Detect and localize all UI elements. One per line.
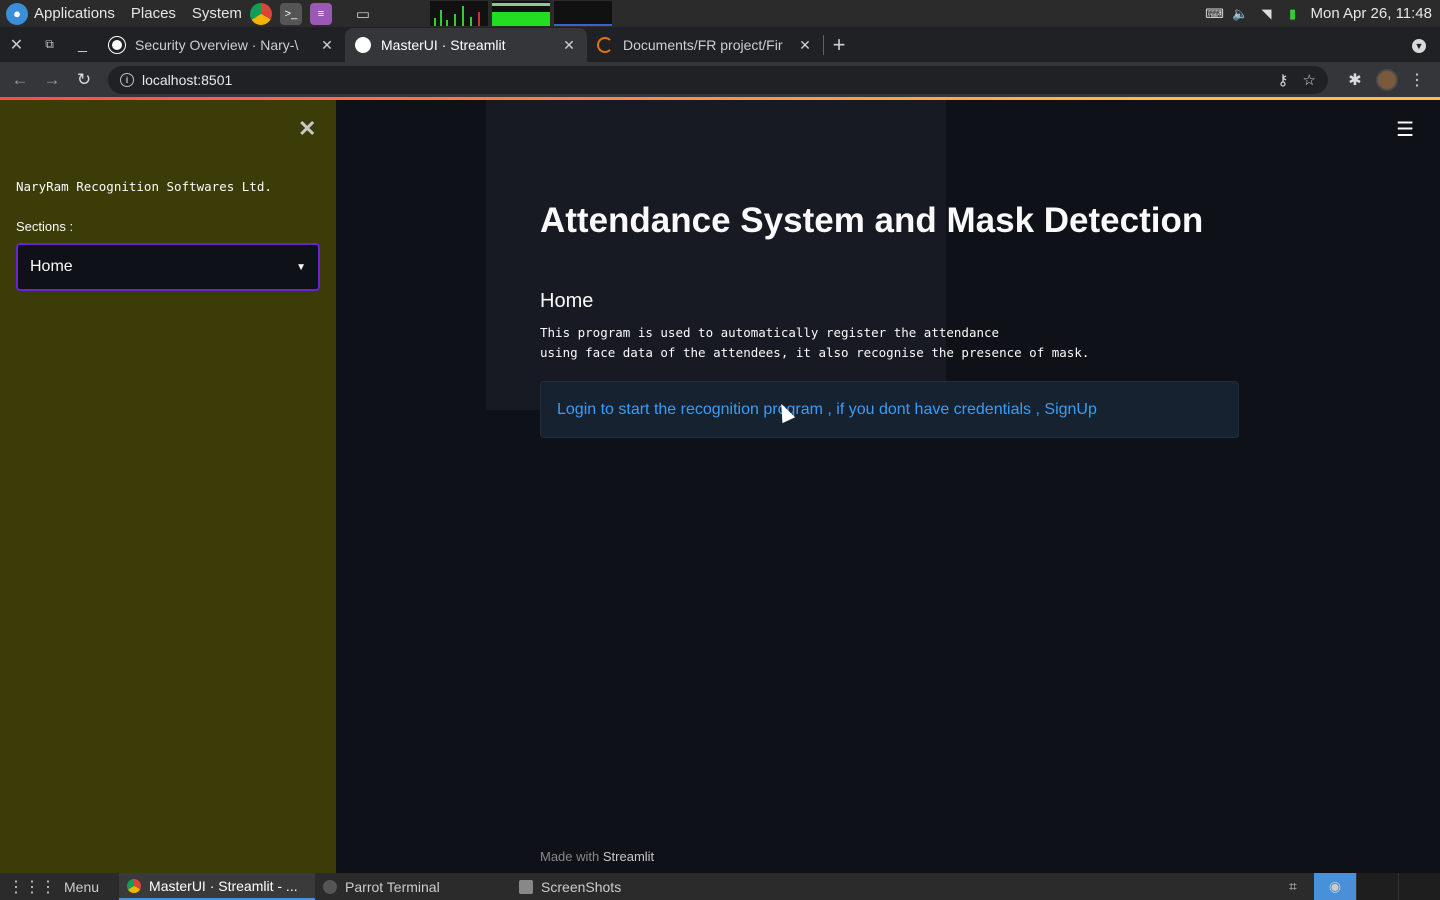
show-desktop-icon[interactable]: ▭ [352, 3, 374, 25]
hamburger-menu-icon[interactable]: ☰ [1396, 117, 1414, 142]
window-restore-icon[interactable]: ⧉ [33, 27, 66, 62]
taskbar-item-screenshots[interactable]: ScreenShots [511, 873, 629, 900]
text-editor-launcher-icon[interactable]: ≡ [309, 2, 332, 25]
keyboard-icon[interactable]: ⌨ [1205, 6, 1224, 22]
tab-security-overview[interactable]: Security Overview · Nary-\ ✕ [99, 28, 345, 62]
os-taskbar: ⋮⋮⋮ Menu MasterUI · Streamlit - ... Parr… [0, 873, 1440, 900]
company-name: NaryRam Recognition Softwares Ltd. [16, 179, 272, 194]
url-text[interactable]: localhost:8501 [142, 72, 1264, 88]
github-icon [109, 37, 125, 53]
chevron-down-icon: ▼ [296, 261, 306, 273]
tab-search-icon[interactable]: ▼ [1412, 39, 1426, 53]
tab-masterui-streamlit[interactable]: MasterUI · Streamlit ✕ [345, 28, 587, 62]
workspace-3[interactable] [1398, 873, 1440, 900]
system-menu[interactable]: System [192, 0, 242, 27]
tab-title: MasterUI · Streamlit [381, 37, 506, 53]
login-info-alert: Login to start the recognition program ,… [540, 381, 1239, 438]
places-menu[interactable]: Places [131, 0, 176, 27]
section-heading: Home [540, 290, 594, 312]
apps-grid-icon: ⋮⋮⋮ [8, 878, 56, 896]
applications-menu[interactable]: Applications [34, 0, 115, 27]
profile-avatar[interactable] [1376, 68, 1398, 91]
program-description: This program is used to automatically re… [540, 325, 1090, 360]
background-overlay [486, 100, 946, 410]
info-message: Login to start the recognition program ,… [557, 400, 1097, 418]
screenshot-tool-icon[interactable]: ⌗ [1272, 873, 1314, 900]
os-top-panel: ● Applications Places System >_ ≡ ▭ ⌨ 🔈 … [0, 0, 1440, 27]
streamlit-main: ☰ Attendance System and Mask Detection H… [336, 100, 1440, 873]
sidebar-close-icon[interactable]: ✕ [298, 116, 316, 142]
footer-prefix: Made with [540, 849, 600, 864]
volume-icon[interactable]: 🔈 [1232, 6, 1248, 22]
new-tab-button[interactable]: + [824, 28, 854, 62]
chrome-icon [127, 878, 142, 893]
streamlit-link[interactable]: Streamlit [603, 849, 654, 864]
streamlit-icon [355, 37, 371, 53]
taskbar-menu-label: Menu [64, 878, 100, 895]
sections-label: Sections : [16, 219, 74, 234]
key-icon[interactable]: ⚷ [1278, 71, 1289, 89]
workspace-2[interactable] [1356, 873, 1398, 900]
folder-icon [519, 879, 534, 894]
forward-icon[interactable]: → [36, 64, 68, 96]
sections-select[interactable]: Home ▼ [16, 243, 320, 291]
browser-tabstrip: ✕ ⧉ _ Security Overview · Nary-\ ✕ Maste… [0, 27, 1440, 62]
memory-graph [491, 1, 550, 26]
wifi-icon[interactable]: ◥ [1259, 6, 1275, 22]
taskbar-item-chrome[interactable]: MasterUI · Streamlit - ... [119, 873, 316, 900]
chrome-launcher-icon[interactable] [249, 2, 272, 25]
tab-close-icon[interactable]: ✕ [319, 37, 335, 54]
taskbar-item-label: Parrot Terminal [345, 878, 440, 895]
footer: Made with Streamlit [540, 849, 654, 864]
page-title: Attendance System and Mask Detection [540, 201, 1204, 240]
network-graph [553, 1, 612, 26]
back-icon[interactable]: ← [4, 64, 36, 96]
taskbar-item-terminal[interactable]: Parrot Terminal [315, 873, 511, 900]
cpu-graph [429, 1, 488, 26]
tab-close-icon[interactable]: ✕ [797, 37, 813, 54]
tab-documents-fr-project[interactable]: Documents/FR project/Fir ✕ [587, 28, 823, 62]
terminal-icon [323, 879, 338, 894]
window-minimize-icon[interactable]: _ [66, 27, 99, 62]
clock[interactable]: Mon Apr 26, 11:48 [1311, 5, 1432, 22]
tab-close-icon[interactable]: ✕ [561, 37, 577, 54]
taskbar-menu[interactable]: ⋮⋮⋮ Menu [0, 873, 107, 900]
bookmark-star-icon[interactable]: ☆ [1303, 71, 1316, 89]
tab-title: Documents/FR project/Fir [623, 37, 783, 53]
browser-toolbar: ← → ↻ i localhost:8501 ⚷ ☆ ✱ ⋮ [0, 62, 1440, 97]
address-bar[interactable]: i localhost:8501 ⚷ ☆ [108, 65, 1328, 94]
browser-menu-icon[interactable]: ⋮ [1402, 65, 1432, 95]
terminal-launcher-icon[interactable]: >_ [279, 2, 302, 25]
site-info-icon[interactable]: i [120, 72, 134, 87]
streamlit-sidebar: ✕ NaryRam Recognition Softwares Ltd. Sec… [0, 100, 336, 873]
reload-icon[interactable]: ↻ [68, 64, 100, 96]
window-close-icon[interactable]: ✕ [0, 27, 33, 62]
taskbar-item-label: MasterUI · Streamlit - ... [149, 877, 298, 894]
battery-icon[interactable]: ▮ [1285, 6, 1301, 22]
chrome-tray-icon[interactable]: ◉ [1314, 873, 1356, 900]
tab-title: Security Overview · Nary-\ [135, 37, 299, 53]
extensions-icon[interactable]: ✱ [1340, 65, 1370, 95]
loading-spinner-icon [597, 37, 613, 53]
parrot-logo-icon[interactable]: ● [6, 2, 28, 25]
taskbar-item-label: ScreenShots [541, 878, 622, 895]
selected-section: Home [30, 258, 73, 275]
